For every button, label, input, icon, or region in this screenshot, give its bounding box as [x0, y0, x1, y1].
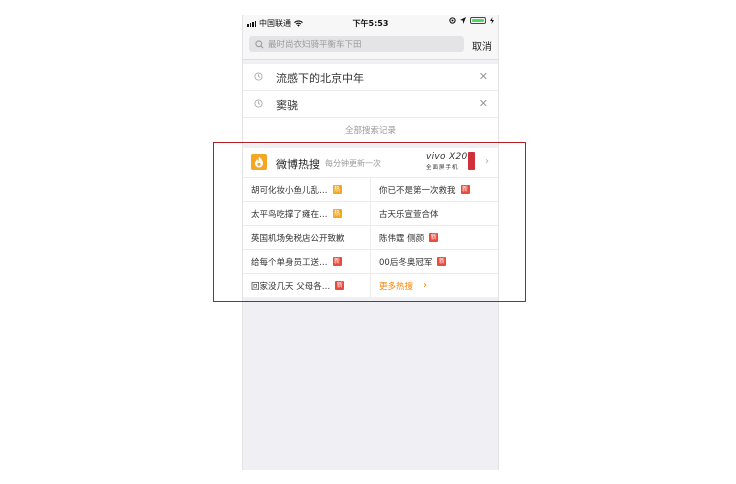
all-history-link[interactable]: 全部搜索记录	[243, 118, 498, 144]
search-placeholder: 最时尚衣妇骑平衡车下田	[268, 40, 362, 50]
lock-rotation-icon	[449, 17, 456, 24]
history-item[interactable]: 窦骁 ✕	[243, 91, 498, 118]
clock-icon	[254, 72, 263, 81]
search-bar: 最时尚衣妇骑平衡车下田 取消	[243, 31, 498, 60]
search-icon	[255, 39, 264, 49]
highlight-box	[213, 142, 526, 302]
cancel-button[interactable]: 取消	[472, 38, 492, 53]
history-item[interactable]: 流感下的北京中年 ✕	[243, 64, 498, 91]
location-icon	[460, 17, 466, 24]
history-item-text: 窦骁	[276, 99, 298, 112]
status-bar: 中国联通 下午5:53	[243, 15, 498, 31]
battery-icon	[470, 17, 486, 24]
search-input[interactable]: 最时尚衣妇骑平衡车下田	[249, 36, 464, 52]
charging-icon	[490, 17, 494, 24]
search-history: 流感下的北京中年 ✕ 窦骁 ✕ 全部搜索记录	[243, 64, 498, 144]
status-right	[449, 17, 494, 24]
clock-icon	[254, 99, 263, 108]
close-icon[interactable]: ✕	[479, 97, 488, 110]
close-icon[interactable]: ✕	[479, 70, 488, 83]
history-item-text: 流感下的北京中年	[276, 72, 364, 85]
